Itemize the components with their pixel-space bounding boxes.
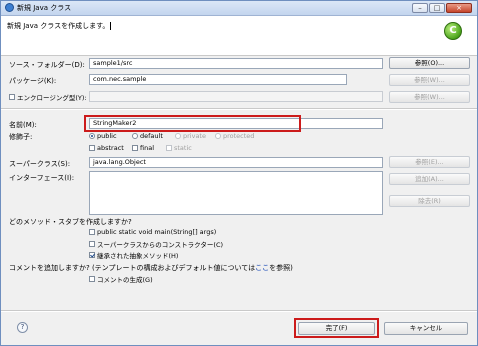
default-radio[interactable]: [132, 133, 138, 139]
footer-separator: [1, 310, 477, 312]
stub-inherited-checkbox[interactable]: [89, 252, 95, 258]
stub-inherited-label: 継承された抽象メソッド(H): [97, 252, 179, 260]
abstract-label: abstract: [97, 144, 124, 152]
final-checkbox[interactable]: [132, 145, 138, 151]
help-icon[interactable]: ?: [17, 322, 28, 333]
public-label: public: [97, 132, 117, 140]
interfaces-list[interactable]: [89, 171, 383, 215]
private-radio[interactable]: [175, 133, 181, 139]
package-label: パッケージ(K):: [9, 77, 57, 85]
header-message: 新規 Java クラスを作成します。: [7, 22, 112, 30]
maximize-button[interactable]: □: [429, 3, 445, 13]
method-stubs-question: どのメソッド・スタブを作成しますか?: [9, 218, 132, 226]
name-label: 名前(M):: [9, 121, 37, 129]
superclass-label: スーパークラス(S):: [9, 160, 71, 168]
stub-main-checkbox[interactable]: [89, 229, 95, 235]
source-folder-label: ソース・フォルダー(D):: [9, 61, 85, 69]
modifiers-label: 修飾子:: [9, 133, 33, 141]
finish-button-highlight: [294, 318, 379, 338]
package-browse-button[interactable]: 参照(W)...: [389, 74, 470, 86]
superclass-browse-button[interactable]: 参照(E)...: [389, 156, 470, 168]
new-java-class-dialog: 新規 Java クラス – □ × 新規 Java クラスを作成します。 C ソ…: [0, 0, 478, 346]
abstract-checkbox[interactable]: [89, 145, 95, 151]
comments-question: コメントを追加しますか? (テンプレートの構成およびデフォルト値についてはここを…: [9, 264, 293, 272]
template-settings-link[interactable]: ここ: [255, 264, 269, 272]
default-label: default: [140, 132, 163, 140]
separator: [1, 108, 477, 110]
enclosing-type-option[interactable]: エンクロージング型(Y):: [9, 92, 87, 102]
cancel-button[interactable]: キャンセル: [384, 322, 468, 335]
stub-inherited-option[interactable]: 継承された抽象メソッド(H): [89, 250, 178, 260]
enclosing-type-checkbox[interactable]: [9, 94, 15, 100]
new-class-wizard-icon: C: [444, 22, 462, 40]
window-title: 新規 Java クラス: [17, 4, 72, 12]
modifier-default-option[interactable]: default: [132, 132, 163, 140]
modifier-public-option[interactable]: public: [89, 132, 117, 140]
remove-interface-button[interactable]: 除去(R): [389, 195, 470, 207]
minimize-button[interactable]: –: [412, 3, 428, 13]
superclass-field[interactable]: java.lang.Object: [89, 157, 383, 168]
source-folder-browse-button[interactable]: 参照(O)...: [389, 57, 470, 69]
package-field[interactable]: com.nec.sample: [89, 74, 347, 85]
stub-main-option[interactable]: public static void main(String[] args): [89, 228, 216, 236]
name-field-highlight: [84, 115, 301, 132]
protected-label: protected: [223, 132, 255, 140]
modifier-abstract-option[interactable]: abstract: [89, 144, 124, 152]
modifier-protected-option[interactable]: protected: [215, 132, 254, 140]
public-radio[interactable]: [89, 133, 95, 139]
generate-comments-label: コメントの生成(G): [97, 276, 153, 284]
protected-radio[interactable]: [215, 133, 221, 139]
title-bar: 新規 Java クラス – □ ×: [1, 1, 477, 16]
enclosing-type-label: エンクロージング型(Y):: [17, 94, 87, 102]
interfaces-label: インターフェース(I):: [9, 174, 75, 182]
enclosing-type-field[interactable]: [89, 91, 383, 102]
stub-constructors-option[interactable]: スーパークラスからのコンストラクター(C): [89, 239, 223, 249]
dialog-header: 新規 Java クラスを作成します。 C: [1, 16, 477, 56]
eclipse-app-icon: [5, 3, 14, 12]
private-label: private: [183, 132, 206, 140]
stub-constructors-checkbox[interactable]: [89, 241, 95, 247]
modifier-final-option[interactable]: final: [132, 144, 154, 152]
add-interface-button[interactable]: 追加(A)...: [389, 173, 470, 185]
enclosing-type-browse-button[interactable]: 参照(W)...: [389, 91, 470, 103]
static-label: static: [174, 144, 192, 152]
generate-comments-option[interactable]: コメントの生成(G): [89, 274, 153, 284]
final-label: final: [140, 144, 155, 152]
generate-comments-checkbox[interactable]: [89, 276, 95, 282]
modifier-static-option[interactable]: static: [166, 144, 192, 152]
close-button[interactable]: ×: [446, 3, 472, 13]
modifier-private-option[interactable]: private: [175, 132, 206, 140]
source-folder-field[interactable]: sample1/src: [89, 58, 383, 69]
static-checkbox[interactable]: [166, 145, 172, 151]
stub-constructors-label: スーパークラスからのコンストラクター(C): [97, 241, 224, 249]
stub-main-label: public static void main(String[] args): [97, 228, 217, 236]
